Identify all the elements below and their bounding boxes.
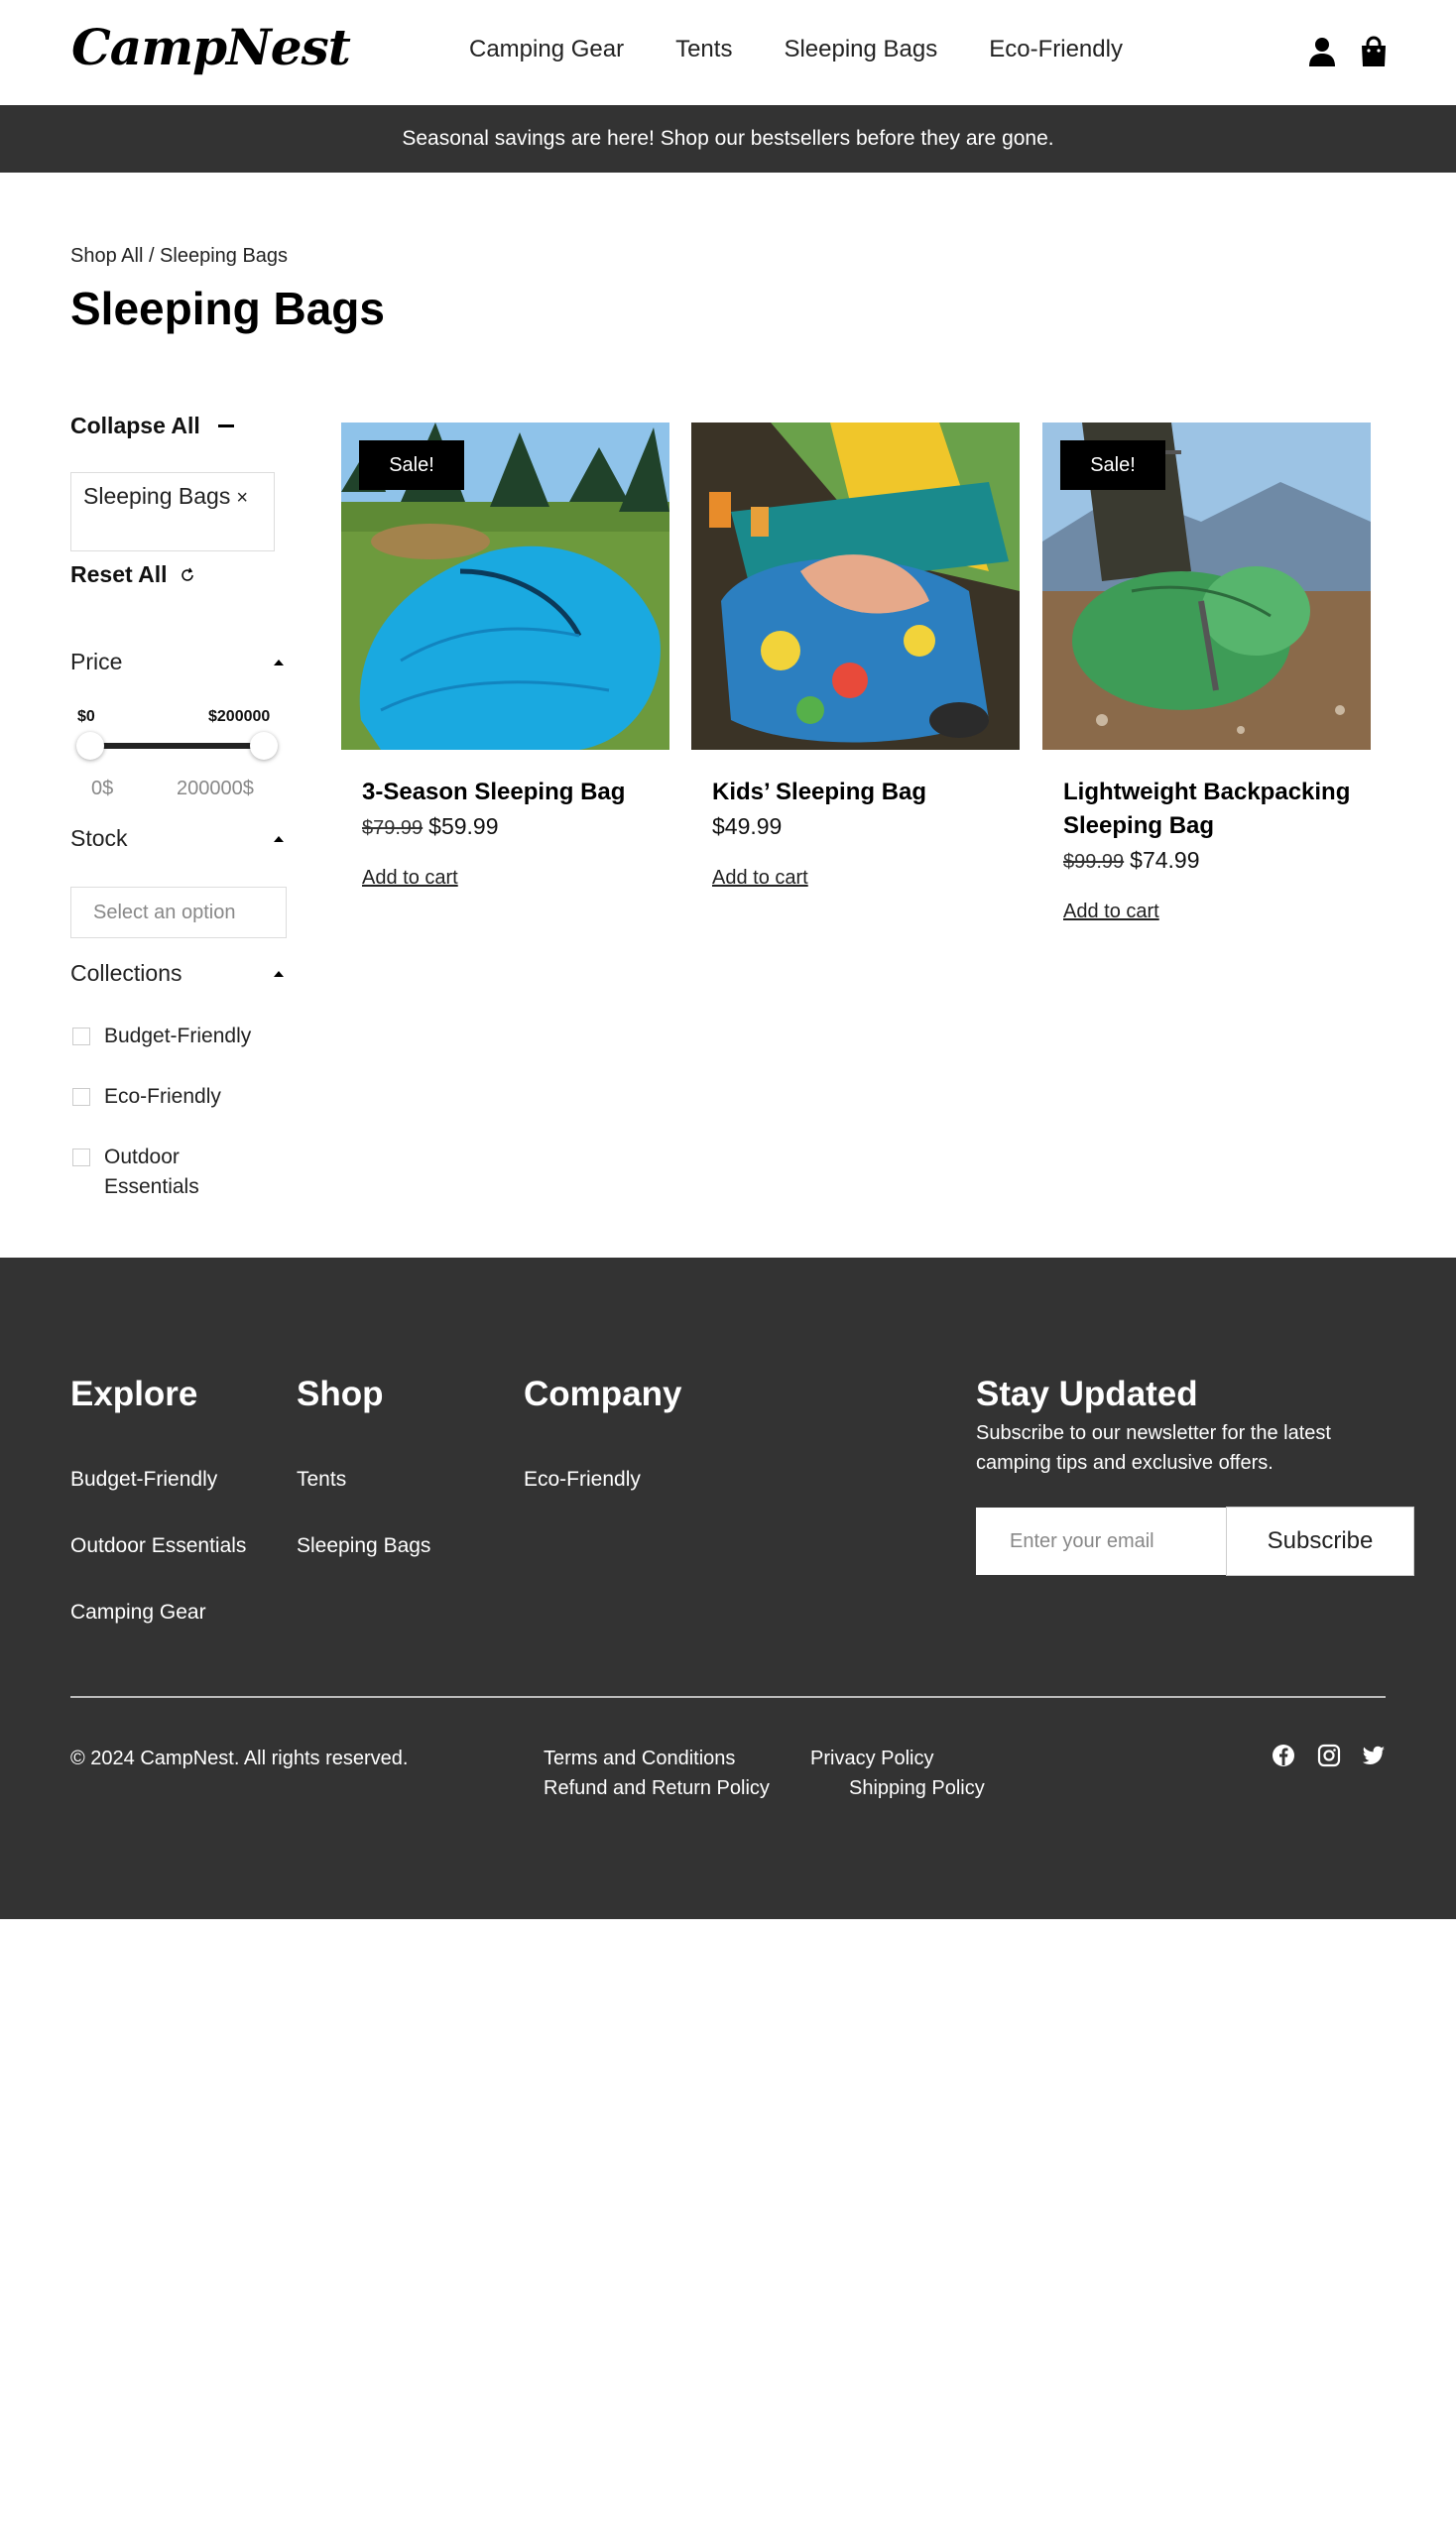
add-to-cart-button[interactable]: Add to cart	[362, 867, 458, 890]
breadcrumb[interactable]: Shop All / Sleeping Bags	[70, 245, 288, 268]
announcement-text: Seasonal savings are here! Shop our best…	[402, 127, 1054, 150]
price-filter-header[interactable]: Price	[70, 649, 284, 675]
refresh-icon	[181, 567, 193, 581]
add-to-cart-button[interactable]: Add to cart	[1063, 901, 1159, 923]
footer-heading-shop: Shop	[297, 1375, 384, 1413]
collection-option-outdoor-essentials[interactable]: Outdoor Essentials	[72, 1143, 221, 1202]
footer-link-budget-friendly[interactable]: Budget-Friendly	[70, 1468, 217, 1492]
twitter-icon[interactable]	[1362, 1744, 1386, 1767]
footer-link-camping-gear[interactable]: Camping Gear	[70, 1601, 206, 1625]
subscribe-button[interactable]: Subscribe	[1226, 1507, 1414, 1576]
product-price: $49.99	[712, 813, 782, 840]
footer-link-outdoor-essentials[interactable]: Outdoor Essentials	[70, 1534, 246, 1558]
product-card: Sale! 3-Season Sleeping Bag $79.99 $59.99…	[341, 423, 669, 889]
product-card: Kids’ Sleeping Bag $49.99 Add to cart	[691, 423, 1020, 889]
stock-filter-label: Stock	[70, 825, 128, 851]
nav-link-eco-friendly[interactable]: Eco-Friendly	[989, 36, 1123, 63]
active-filter-chip: Sleeping Bags ×	[70, 472, 275, 551]
stock-select-placeholder: Select an option	[93, 901, 236, 923]
price-min-label: $0	[77, 708, 95, 725]
nav-link-camping-gear[interactable]: Camping Gear	[469, 36, 624, 63]
footer-link-eco-friendly[interactable]: Eco-Friendly	[524, 1468, 641, 1492]
kids-sleeping-bag-image	[691, 423, 1020, 750]
product-name[interactable]: 3-Season Sleeping Bag	[362, 776, 679, 809]
close-icon[interactable]: ×	[236, 487, 248, 509]
site-header: CampNest Camping Gear Tents Sleeping Bag…	[0, 0, 1456, 105]
footer-link-sleeping-bags[interactable]: Sleeping Bags	[297, 1534, 430, 1558]
site-footer: Explore Budget-Friendly Outdoor Essentia…	[0, 1258, 1456, 1919]
active-filter-label: Sleeping Bags	[83, 483, 231, 509]
checkbox[interactable]	[72, 1149, 90, 1166]
collection-option-budget-friendly[interactable]: Budget-Friendly	[72, 1022, 251, 1051]
sale-badge: Sale!	[1060, 440, 1165, 490]
product-price: $99.99 $74.99	[1063, 847, 1200, 874]
chevron-up-icon	[274, 970, 284, 977]
product-name[interactable]: Lightweight Backpacking Sleeping Bag	[1063, 776, 1381, 843]
collapse-all-button[interactable]: Collapse All	[70, 413, 234, 439]
policy-link-refund[interactable]: Refund and Return Policy	[544, 1777, 770, 1800]
product-sale-price: $74.99	[1130, 847, 1200, 873]
product-image[interactable]: Sale!	[341, 423, 669, 750]
product-image[interactable]	[691, 423, 1020, 750]
facebook-icon[interactable]	[1272, 1744, 1295, 1767]
stock-filter-header[interactable]: Stock	[70, 825, 284, 852]
policy-link-privacy[interactable]: Privacy Policy	[810, 1748, 933, 1770]
announcement-bar: Seasonal savings are here! Shop our best…	[0, 105, 1456, 173]
page-title: Sleeping Bags	[70, 283, 385, 334]
newsletter-email-input[interactable]: Enter your email	[976, 1508, 1226, 1575]
price-filter-label: Price	[70, 649, 123, 674]
minus-icon	[217, 424, 234, 427]
product-price: $79.99 $59.99	[362, 813, 499, 840]
stock-select[interactable]: Select an option	[70, 887, 287, 938]
chevron-up-icon	[274, 835, 284, 842]
main-nav: Camping Gear Tents Sleeping Bags Eco-Fri…	[469, 36, 1123, 63]
footer-heading-explore: Explore	[70, 1375, 198, 1413]
collection-option-label: Budget-Friendly	[104, 1025, 252, 1047]
instagram-icon[interactable]	[1317, 1744, 1341, 1767]
product-old-price: $79.99	[362, 817, 424, 839]
collapse-all-label: Collapse All	[70, 413, 200, 438]
price-max-output: 200000$	[177, 778, 254, 799]
collection-option-eco-friendly[interactable]: Eco-Friendly	[72, 1082, 221, 1112]
product-old-price: $99.99	[1063, 851, 1125, 873]
chevron-up-icon	[274, 659, 284, 665]
price-slider-max-handle[interactable]	[250, 732, 278, 760]
product-sale-price: $49.99	[712, 813, 783, 839]
footer-divider	[70, 1696, 1386, 1698]
nav-link-sleeping-bags[interactable]: Sleeping Bags	[784, 36, 937, 63]
collection-option-label: Outdoor Essentials	[104, 1146, 199, 1198]
product-image[interactable]: Sale!	[1042, 423, 1371, 750]
collections-filter-header[interactable]: Collections	[70, 960, 284, 987]
newsletter-description: Subscribe to our newsletter for the late…	[976, 1422, 1331, 1474]
shopping-bag-icon[interactable]	[1359, 36, 1389, 67]
copyright: © 2024 CampNest. All rights reserved.	[70, 1748, 409, 1769]
nav-link-tents[interactable]: Tents	[675, 36, 732, 63]
site-logo[interactable]: CampNest	[71, 18, 351, 76]
price-max-label: $200000	[208, 708, 271, 725]
reset-all-button[interactable]: Reset All	[70, 561, 195, 588]
checkbox[interactable]	[72, 1028, 90, 1045]
collection-option-label: Eco-Friendly	[104, 1085, 221, 1108]
footer-link-tents[interactable]: Tents	[297, 1468, 346, 1492]
sale-badge: Sale!	[359, 440, 464, 490]
add-to-cart-button[interactable]: Add to cart	[712, 867, 808, 890]
checkbox[interactable]	[72, 1088, 90, 1106]
product-card: Sale! Lightweight Backpacking Sleeping B…	[1042, 423, 1371, 922]
product-name[interactable]: Kids’ Sleeping Bag	[712, 776, 1030, 809]
price-slider-track[interactable]	[87, 743, 264, 749]
product-sale-price: $59.99	[428, 813, 499, 839]
collections-filter-label: Collections	[70, 960, 182, 986]
reset-all-label: Reset All	[70, 561, 168, 587]
footer-heading-company: Company	[524, 1375, 682, 1413]
footer-heading-stay-updated: Stay Updated	[976, 1375, 1198, 1413]
price-min-output: 0$	[91, 778, 114, 799]
email-placeholder: Enter your email	[1010, 1529, 1154, 1552]
user-icon[interactable]	[1307, 36, 1337, 67]
policy-link-terms[interactable]: Terms and Conditions	[544, 1748, 735, 1770]
price-slider-min-handle[interactable]	[76, 732, 104, 760]
policy-link-shipping[interactable]: Shipping Policy	[849, 1777, 985, 1800]
